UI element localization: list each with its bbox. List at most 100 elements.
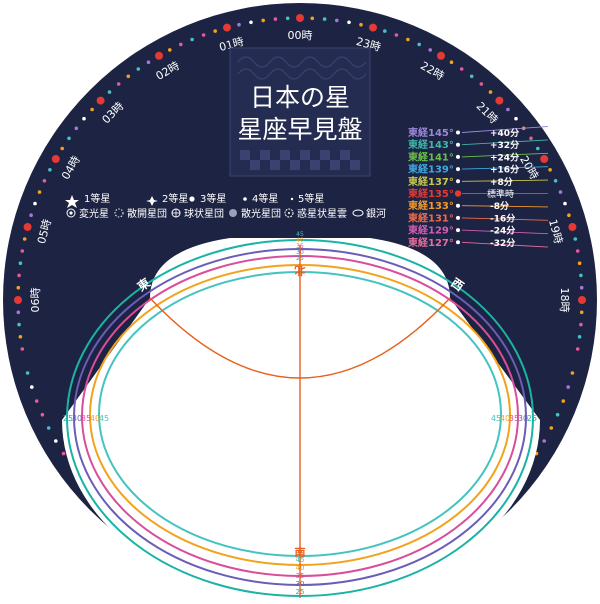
nebula-label: 散光星団 (241, 207, 281, 220)
hour-marker-dot (568, 223, 577, 231)
time-offset-label: +32分 (490, 139, 519, 151)
minute-tick-dot (514, 116, 518, 121)
globular-cluster-label: 球状星団 (184, 207, 224, 220)
title-line-2: 星座早見盤 (237, 115, 362, 144)
minute-tick-dot (30, 385, 34, 389)
minute-tick-dot (48, 168, 52, 172)
hour-label: 00時 (288, 29, 313, 42)
minute-tick-dot (29, 213, 33, 217)
longitude-dot (454, 190, 462, 197)
magnitude-5-icon (290, 197, 294, 201)
hour-marker-dot (578, 296, 586, 304)
minute-tick-dot (469, 74, 474, 79)
time-offset-label: +16分 (490, 164, 519, 176)
minute-tick-dot (40, 412, 45, 417)
hour-marker-dot (14, 296, 22, 304)
minute-tick-dot (37, 190, 42, 194)
minute-tick-dot (190, 37, 194, 42)
planetary-nebula-label: 惑星状星雲 (297, 207, 347, 220)
hour-marker-dot (495, 96, 504, 105)
minute-tick-dot (61, 451, 66, 456)
minute-tick-dot (567, 213, 571, 217)
longitude-label: 東経131° (408, 211, 454, 224)
minute-tick-dot (237, 22, 241, 27)
minute-tick-dot (16, 285, 21, 290)
minute-tick-dot (17, 273, 21, 278)
hour-marker-dot (369, 23, 377, 32)
longitude-label: 東経133° (408, 199, 454, 212)
minute-tick-dot (347, 20, 351, 25)
hour-label: 18時 (558, 288, 571, 313)
north-label: 北 (295, 264, 306, 278)
minute-tick-dot (579, 322, 583, 327)
minute-tick-dot (417, 42, 422, 47)
minute-tick-dot (579, 310, 584, 315)
hour-marker-dot (155, 51, 163, 60)
longitude-dot (456, 142, 460, 147)
minute-tick-dot (488, 90, 493, 94)
minute-tick-dot (553, 179, 558, 183)
longitude-label: 東経143° (408, 138, 454, 151)
magnitude-3-icon (189, 196, 195, 202)
longitude-dot (456, 215, 460, 220)
longitude-dot (456, 167, 460, 172)
minute-tick-dot (449, 60, 454, 64)
minute-tick-dot (46, 426, 51, 430)
globular-cluster-icon (171, 208, 181, 218)
minute-tick-dot (573, 237, 578, 241)
longitude-dot (456, 240, 460, 245)
standard-time-label: 標準時 (487, 188, 514, 200)
minute-tick-dot (542, 439, 546, 443)
minute-tick-dot (506, 107, 510, 112)
longitude-dot (456, 130, 460, 135)
galaxy-label: 銀河 (366, 207, 386, 220)
time-offset-label: -24分 (490, 225, 515, 237)
minute-tick-dot (17, 322, 21, 327)
minute-tick-dot (579, 285, 584, 290)
minute-tick-dot (18, 335, 23, 339)
minute-tick-dot (90, 107, 94, 112)
nebula-icon (229, 209, 237, 217)
minute-tick-dot (359, 22, 363, 27)
magnitude-2-label: 2等星 (162, 192, 188, 205)
minute-tick-dot (18, 261, 23, 266)
minute-tick-dot (16, 310, 21, 315)
minute-tick-dot (555, 412, 560, 417)
time-offset-label: +24分 (490, 151, 519, 163)
longitude-label: 東経141° (408, 150, 454, 163)
latitude-scale-label: 45 (296, 231, 304, 238)
longitude-dot (456, 179, 460, 184)
minute-tick-dot (428, 48, 433, 52)
minute-tick-dot (561, 399, 566, 403)
minute-tick-dot (67, 136, 71, 141)
minute-tick-dot (213, 29, 217, 33)
minute-tick-dot (548, 168, 552, 172)
minute-tick-dot (22, 237, 27, 241)
longitude-dot (456, 154, 460, 159)
latitude-scale-label: 25 (527, 414, 537, 423)
minute-tick-dot (406, 37, 410, 42)
time-offset-label: -16分 (490, 212, 515, 224)
longitude-label: 東経129° (408, 224, 454, 237)
longitude-label: 東経137° (408, 175, 454, 188)
hour-marker-dot (540, 155, 549, 163)
minute-tick-dot (529, 136, 533, 141)
time-offset-label: +40分 (490, 127, 519, 139)
minute-tick-dot (33, 201, 37, 206)
minute-tick-dot (25, 371, 30, 375)
longitude-dot (456, 228, 460, 233)
minute-tick-dot (322, 17, 327, 21)
minute-tick-dot (285, 16, 290, 21)
time-offset-label: +8分 (490, 176, 513, 188)
star-planisphere: 00時 01時 02時 03時 04時 05時 06時 23時 22時 21時 20時 19時 18時 … (0, 0, 600, 601)
minute-tick-dot (136, 67, 141, 71)
minute-tick-dot (273, 17, 278, 21)
latitude-scale-label: 45 (491, 414, 501, 423)
minute-tick-dot (116, 82, 121, 86)
minute-tick-dot (479, 82, 484, 86)
magnitude-3-label: 3等星 (200, 192, 226, 205)
hour-marker-dot (23, 223, 32, 231)
minute-tick-dot (310, 16, 315, 21)
minute-tick-dot (575, 249, 580, 253)
minute-tick-dot (579, 273, 583, 278)
